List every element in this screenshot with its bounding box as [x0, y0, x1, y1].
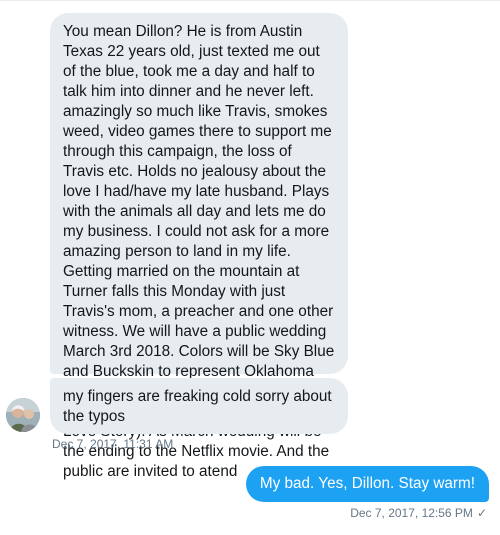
- received-message-1[interactable]: You mean Dillon? He is from Austin Texas…: [50, 13, 348, 480]
- avatar[interactable]: [6, 398, 40, 432]
- dm-conversation: You mean Dillon? He is from Austin Texas…: [0, 0, 500, 535]
- top-divider: [0, 0, 500, 1]
- avatar-photo: [6, 398, 40, 432]
- sent-message[interactable]: My bad. Yes, Dillon. Stay warm!: [245, 466, 489, 502]
- sent-timestamp: Dec 7, 2017, 12:56 PM: [350, 506, 473, 520]
- sent-meta: Dec 7, 2017, 12:56 PM ✓: [350, 505, 487, 521]
- check-icon: ✓: [476, 506, 487, 520]
- received-timestamp: Dec 7, 2017, 11:31 AM: [52, 437, 174, 451]
- received-message-2[interactable]: my fingers are freaking cold sorry about…: [50, 378, 348, 434]
